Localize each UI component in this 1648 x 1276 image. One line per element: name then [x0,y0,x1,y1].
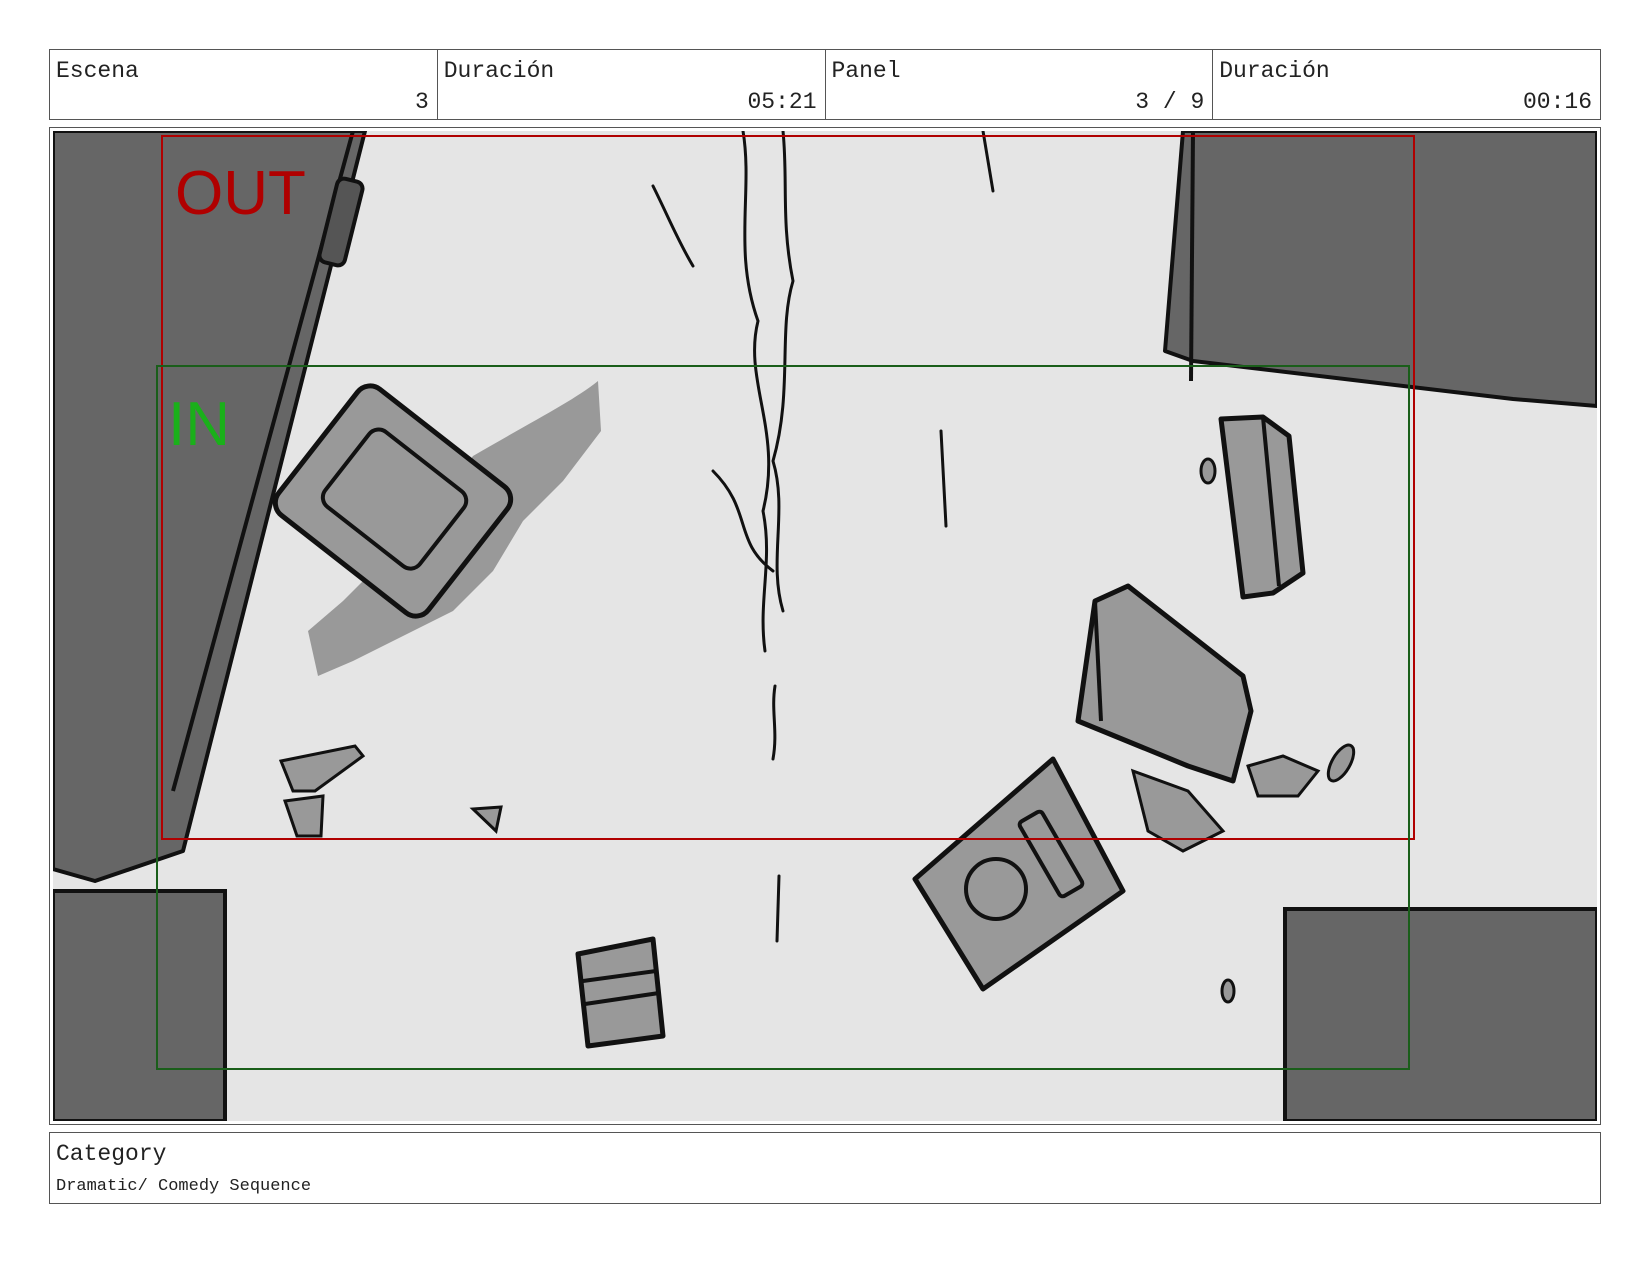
right-door [1163,131,1597,408]
category-value: Dramatic/ Comedy Sequence [56,1177,312,1196]
category-label: Category [56,1141,167,1167]
scene-cell: Escena 3 [50,50,438,119]
right-door-edge [1189,131,1195,382]
trash-can [575,936,666,1049]
panel-label: Panel [831,58,901,84]
bottom-right-cabinet [1283,907,1597,1121]
panel-drawing: OUT IN [53,131,1597,1121]
in-frame-label: IN [168,390,230,459]
panel-number: 3 / 9 [1135,89,1205,115]
bottom-left-cabinet [53,889,227,1121]
scene-duration-value: 05:21 [747,89,817,115]
scene-number: 3 [414,89,429,115]
scene-duration-cell: Duración 05:21 [438,50,826,119]
panel-cell: Panel 3 / 9 [826,50,1214,119]
panel-duration-value: 00:16 [1522,89,1592,115]
scene-duration-label: Duración [443,58,555,84]
panel-duration-label: Duración [1219,58,1330,84]
scene-label: Escena [56,58,139,84]
storyboard-header: Escena 3 Duración 05:21 Panel 3 / 9 Dura… [49,49,1601,120]
storyboard-footer: Category Dramatic/ Comedy Sequence [49,1132,1601,1204]
panel-duration-cell: Duración 00:16 [1213,50,1600,119]
storyboard-panel: OUT IN [49,127,1601,1125]
out-frame-label: OUT [175,159,306,228]
